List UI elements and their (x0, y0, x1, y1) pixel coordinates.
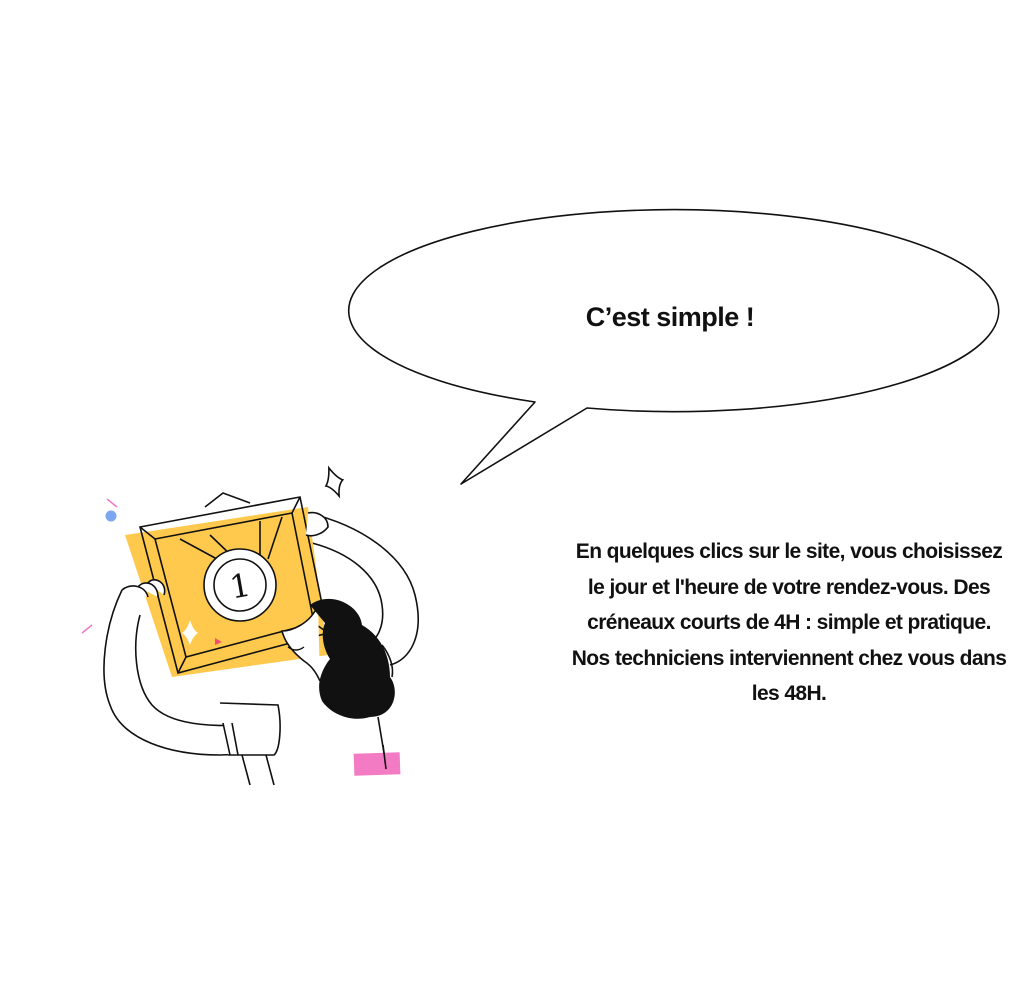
person-holding-award-frame-icon: 1 (81, 465, 419, 786)
blue-dot-icon (105, 510, 117, 522)
pink-dash-icon (106, 498, 118, 508)
speech-bubble-text: C’est simple ! (585, 302, 755, 332)
pink-dash-icon (81, 624, 93, 634)
sparkle-icon (324, 465, 345, 499)
pink-tag-icon (353, 752, 401, 776)
description-text: En quelques clics sur le site, vous choi… (571, 540, 1007, 705)
